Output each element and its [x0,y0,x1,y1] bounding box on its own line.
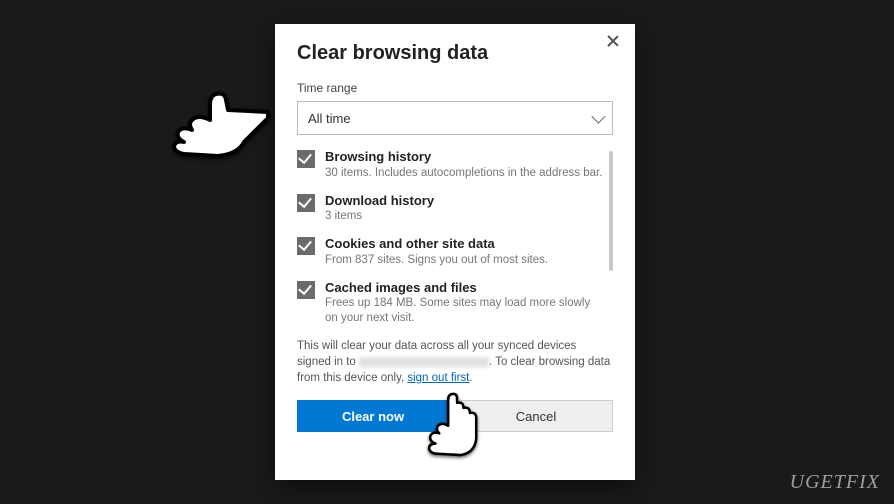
sign-out-link[interactable]: sign out first [407,372,469,384]
time-range-label: Time range [297,81,613,95]
dialog-title: Clear browsing data [297,42,613,65]
option-subtitle: From 837 sites. Signs you out of most si… [325,253,548,268]
pointer-hand-icon [158,72,278,162]
option-download-history: Download history 3 items [297,193,603,225]
option-subtitle: Frees up 184 MB. Some sites may load mor… [325,296,603,326]
clear-now-button[interactable]: Clear now [297,400,449,432]
option-subtitle: 30 items. Includes autocompletions in th… [325,166,602,181]
option-title: Cached images and files [325,280,603,296]
option-subtitle: 3 items [325,209,434,224]
time-range-select[interactable]: All time [297,101,613,135]
note-text: . [469,372,472,384]
checkbox-cached[interactable] [297,281,315,299]
checkbox-cookies[interactable] [297,237,315,255]
scrollbar[interactable] [609,151,613,271]
checkbox-browsing-history[interactable] [297,150,315,168]
option-cookies: Cookies and other site data From 837 sit… [297,236,603,268]
options-list: Browsing history 30 items. Includes auto… [297,149,613,326]
option-title: Cookies and other site data [325,236,548,252]
sync-note: This will clear your data across all you… [297,338,613,386]
redacted-account [359,357,489,367]
cancel-button[interactable]: Cancel [459,400,613,432]
clear-browsing-data-dialog: Clear browsing data Time range All time … [275,24,635,480]
option-browsing-history: Browsing history 30 items. Includes auto… [297,149,603,181]
watermark: UGETFIX [790,471,880,494]
time-range-value: All time [308,111,351,126]
option-title: Download history [325,193,434,209]
checkbox-download-history[interactable] [297,194,315,212]
option-cached: Cached images and files Frees up 184 MB.… [297,280,603,326]
close-icon[interactable] [605,34,621,50]
dialog-buttons: Clear now Cancel [297,400,613,432]
chevron-down-icon [591,110,605,124]
option-title: Browsing history [325,149,602,165]
